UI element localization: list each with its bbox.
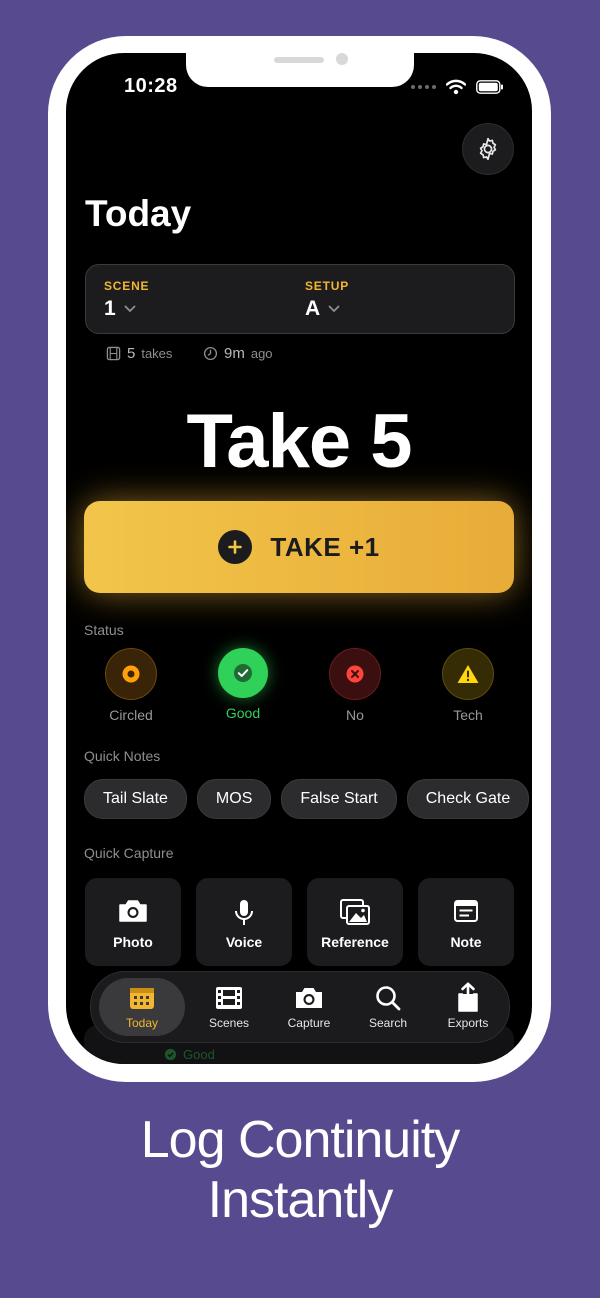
note-chip-tail-slate[interactable]: Tail Slate xyxy=(84,779,187,819)
capture-photo-label: Photo xyxy=(113,934,153,950)
scene-label: SCENE xyxy=(104,279,150,293)
quick-notes-label: Quick Notes xyxy=(84,748,161,764)
chevron-down-icon xyxy=(328,305,340,313)
tagline-line-1: Log Continuity xyxy=(140,1111,460,1169)
status-good-button[interactable]: Good xyxy=(193,648,293,721)
status-time: 10:28 xyxy=(124,75,178,97)
marketing-tagline: Log Continuity Instantly xyxy=(0,1110,600,1230)
quick-capture-label: Quick Capture xyxy=(84,845,174,861)
tab-search-label: Search xyxy=(368,1016,408,1030)
check-circle-icon xyxy=(164,1048,177,1061)
circled-icon xyxy=(105,648,157,700)
tab-today-label: Today xyxy=(125,1016,159,1030)
recent-take-status: Good xyxy=(164,1047,215,1062)
tab-bar: Today Scenes Capture Search Exports xyxy=(90,971,510,1043)
wifi-icon xyxy=(446,79,466,95)
status-no-label: No xyxy=(346,707,364,723)
tab-exports-label: Exports xyxy=(447,1016,489,1030)
elapsed-label: ago xyxy=(250,346,273,361)
status-good-label: Good xyxy=(225,705,261,721)
recent-take-status-label: Good xyxy=(183,1047,215,1062)
speaker xyxy=(274,57,324,63)
capture-note-label: Note xyxy=(450,934,482,950)
camera-icon xyxy=(119,900,147,922)
tab-today[interactable]: Today xyxy=(99,978,185,1036)
scene-setup-card: SCENE 1 SETUP A xyxy=(85,264,515,334)
film-strip-icon xyxy=(216,987,242,1009)
status-section-label: Status xyxy=(84,622,124,638)
take-button-label: TAKE +1 xyxy=(270,531,380,562)
calendar-icon xyxy=(130,988,154,1009)
note-chip-mos[interactable]: MOS xyxy=(196,779,272,819)
setup-value: A xyxy=(305,297,321,320)
takes-count: 5 xyxy=(127,345,136,362)
search-icon xyxy=(376,986,401,1011)
no-x-icon xyxy=(329,648,381,700)
clock-icon xyxy=(203,346,218,361)
elapsed-info: 9m ago xyxy=(203,345,273,362)
take-plus-one-button[interactable]: TAKE +1 xyxy=(84,501,514,593)
capture-note-button[interactable]: Note xyxy=(418,878,514,966)
battery-icon xyxy=(476,80,503,94)
signal-icon xyxy=(411,85,436,89)
microphone-icon xyxy=(235,900,253,925)
capture-voice-label: Voice xyxy=(225,934,263,950)
elapsed-time: 9m xyxy=(224,345,245,362)
photo-stack-icon xyxy=(340,899,370,925)
gear-icon xyxy=(479,137,497,161)
status-indicators xyxy=(411,79,504,95)
warning-icon xyxy=(442,648,494,700)
takes-label: takes xyxy=(141,346,173,361)
camera-icon xyxy=(296,988,322,1008)
tab-scenes-label: Scenes xyxy=(208,1016,250,1030)
share-icon xyxy=(458,982,478,1012)
page-title: Today xyxy=(85,193,192,234)
capture-reference-button[interactable]: Reference xyxy=(307,878,403,966)
tab-search[interactable]: Search xyxy=(348,978,428,1036)
status-tech-label: Tech xyxy=(453,707,483,723)
tab-capture-label: Capture xyxy=(287,1016,331,1030)
status-circled-button[interactable]: Circled xyxy=(81,648,181,723)
tab-capture[interactable]: Capture xyxy=(269,978,349,1036)
tab-exports[interactable]: Exports xyxy=(428,978,508,1036)
status-tech-button[interactable]: Tech xyxy=(418,648,518,723)
camera xyxy=(336,53,348,65)
app-screen: 10:28 Today SCENE 1 SETUP A 5 takes 9m a… xyxy=(66,53,532,1064)
status-circled-label: Circled xyxy=(109,707,153,723)
current-take: Take 5 xyxy=(186,399,413,484)
tab-scenes[interactable]: Scenes xyxy=(189,978,269,1036)
settings-button[interactable] xyxy=(462,123,514,175)
scene-value: 1 xyxy=(104,297,116,320)
tagline-line-2: Instantly xyxy=(207,1171,394,1229)
note-chip-false-start[interactable]: False Start xyxy=(281,779,397,819)
status-no-button[interactable]: No xyxy=(305,648,405,723)
good-check-icon xyxy=(218,648,268,698)
setup-selector[interactable]: SETUP A xyxy=(305,279,349,321)
film-icon xyxy=(106,346,121,361)
capture-photo-button[interactable]: Photo xyxy=(85,878,181,966)
plus-icon xyxy=(218,530,253,564)
capture-reference-label: Reference xyxy=(321,934,389,950)
chevron-down-icon xyxy=(124,305,136,313)
takes-count-info: 5 takes xyxy=(106,345,172,362)
scene-selector[interactable]: SCENE 1 xyxy=(104,279,149,321)
note-icon xyxy=(454,900,478,922)
notch xyxy=(186,53,414,87)
setup-label: SETUP xyxy=(305,279,350,293)
note-chip-check-gate[interactable]: Check Gate xyxy=(406,779,530,819)
quick-notes-list: Tail Slate MOS False Start Check Gate xyxy=(84,779,530,819)
capture-voice-button[interactable]: Voice xyxy=(196,878,292,966)
